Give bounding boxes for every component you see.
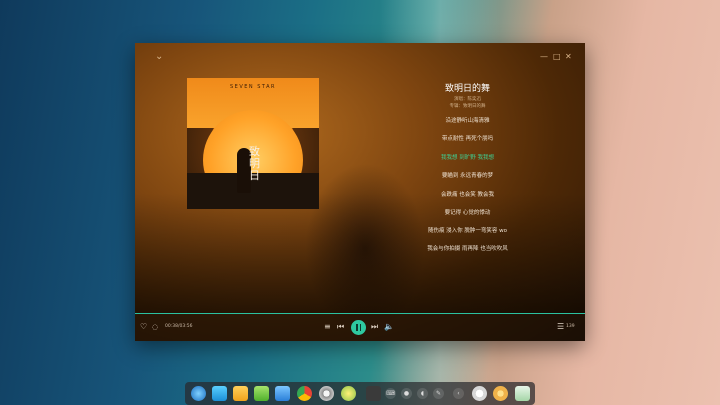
chevron-left-icon[interactable]: ‹ [453,388,464,399]
previous-icon[interactable]: ⏮ [337,322,344,332]
titlebar: ⌄ — □ ✕ [135,43,585,73]
song-singer: 演唱：陈奕迅 [454,97,481,102]
music-player-window[interactable]: ⌄ — □ ✕ SEVEN STAR 致明日 致明日的舞 演唱：陈奕迅 专辑：致… [135,43,585,341]
playlist-icon[interactable]: ☰ [557,322,564,332]
chevron-down-icon[interactable]: ⌄ [155,51,163,63]
comment-icon[interactable]: ◌ [152,322,158,332]
next-icon[interactable]: ⏭ [371,322,378,332]
pen-icon[interactable]: ✎ [433,388,444,399]
multitask-icon[interactable] [212,386,227,401]
chrome-icon[interactable] [297,386,312,401]
cover-calligraphy: 致明日 [249,145,260,182]
settings-icon[interactable] [319,386,334,401]
deepin-music-icon[interactable] [275,386,290,401]
emoji-icon[interactable] [493,386,508,401]
volume-icon[interactable]: ◖ [417,388,428,399]
cover-title: SEVEN STAR [230,84,276,90]
app-store-icon[interactable] [254,386,269,401]
power-icon[interactable] [472,386,487,401]
maximize-icon[interactable]: □ [553,51,561,63]
lyric-line: 我会与你拍摄 雨再降 也当吹吹风 [427,246,508,252]
dock: ⌨ ● ◖ ✎ ‹ [185,382,535,405]
lyric-line: 我我想 到旷野 我我想 [441,155,494,161]
heart-icon[interactable]: ♡ [140,322,147,332]
lyric-line: 要记得 心觉的悸动 [444,210,491,216]
playlist-mode-icon[interactable]: ≡ [324,322,331,332]
lyric-line: 带点耐性 再死个朋吗 [441,136,494,142]
close-icon[interactable]: ✕ [565,51,572,63]
playlist-count: 139 [566,324,575,329]
pause-icon [356,324,361,331]
pause-button[interactable] [351,320,366,335]
mic-icon[interactable]: ● [401,388,412,399]
volume-icon[interactable]: 🔈 [384,322,394,332]
lyric-line: 会跌痛 也会笑 教会我 [441,192,494,198]
trash-icon[interactable] [515,386,530,401]
lyric-line: 要瞄到 永远青春的梦 [441,173,494,179]
song-title: 致明日的舞 [444,84,490,94]
file-manager-icon[interactable] [233,386,248,401]
control-bar: ♡ ◌ 00:38/03:56 ≡ ⏮ ⏭ 🔈 ☰ 139 [135,314,585,341]
minimize-icon[interactable]: — [540,51,548,63]
time-label: 00:38/03:56 [165,324,193,329]
lyric-line: 沿途静听山海清雅 [445,118,490,124]
lyric-line: 随伤痕 浸入你 脱肿一弯笑容 wo [427,228,508,234]
keyboard-icon[interactable]: ⌨ [385,388,396,399]
ebook-icon[interactable] [341,386,356,401]
terminal-icon[interactable] [366,386,381,401]
song-album: 专辑：致明日的舞 [449,104,486,109]
launcher-icon[interactable] [191,386,206,401]
album-cover: SEVEN STAR 致明日 [187,78,319,209]
